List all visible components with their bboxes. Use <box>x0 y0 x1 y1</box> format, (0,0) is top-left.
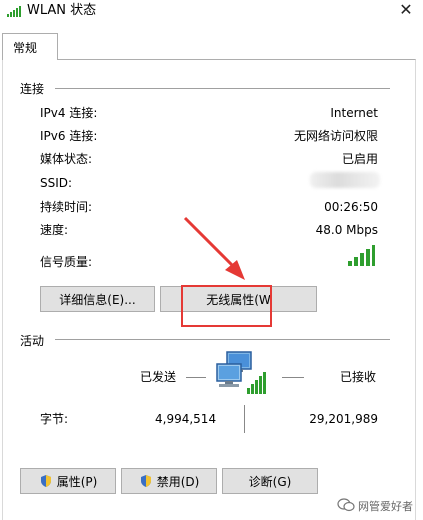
wechat-icon <box>337 498 355 512</box>
shield-icon <box>40 475 51 487</box>
wifi-signal-icon <box>7 6 21 17</box>
disable-button[interactable]: 禁用(D) <box>121 468 217 494</box>
connection-divider <box>55 88 390 89</box>
watermark: 网管爱好者 <box>337 498 413 514</box>
signal-strength-icon <box>348 245 375 266</box>
duration-value: 00:26:50 <box>324 200 378 214</box>
connection-group-title: 连接 <box>20 82 45 96</box>
network-computers-icon <box>216 351 266 394</box>
media-state-value: 已启用 <box>341 152 378 166</box>
title-bar: WLAN 状态 ✕ <box>0 0 423 24</box>
annotation-highlight-box <box>181 285 272 327</box>
close-icon: ✕ <box>399 0 413 19</box>
signal-quality-label: 信号质量: <box>40 255 93 269</box>
received-label: 已接收 <box>340 370 377 384</box>
annotation-arrow <box>183 216 245 280</box>
properties-button-label: 属性(P) <box>56 475 98 489</box>
duration-label: 持续时间: <box>40 200 93 214</box>
close-button[interactable]: ✕ <box>395 0 417 22</box>
bytes-received-value: 29,201,989 <box>309 412 378 426</box>
speed-value: 48.0 Mbps <box>315 223 378 237</box>
sent-label: 已发送 <box>140 370 177 384</box>
details-button[interactable]: 详细信息(E)... <box>40 286 155 312</box>
bytes-divider <box>244 405 245 433</box>
watermark-text: 网管爱好者 <box>358 500 413 513</box>
window-title: WLAN 状态 <box>27 3 97 18</box>
tab-general-label: 常规 <box>13 41 38 55</box>
media-state-label: 媒体状态: <box>40 152 93 166</box>
ipv6-value: 无网络访问权限 <box>293 129 378 143</box>
shield-icon <box>140 475 151 487</box>
properties-button[interactable]: 属性(P) <box>20 468 116 494</box>
activity-divider <box>55 339 390 340</box>
received-connector <box>282 377 304 378</box>
ssid-label: SSID: <box>40 176 73 190</box>
wlan-status-window: WLAN 状态 ✕ 常规 连接 IPv4 连接: Internet IPv6 连… <box>0 0 423 520</box>
sent-connector <box>186 377 206 378</box>
diagnose-button[interactable]: 诊断(G) <box>222 468 318 494</box>
ipv6-label: IPv6 连接: <box>40 129 98 143</box>
ipv4-value: Internet <box>330 106 378 120</box>
tab-general[interactable]: 常规 <box>2 33 58 60</box>
bytes-sent-value: 4,994,514 <box>155 412 217 426</box>
disable-button-label: 禁用(D) <box>156 475 200 489</box>
bytes-label: 字节: <box>40 412 69 426</box>
ssid-value-blurred <box>310 172 380 188</box>
speed-label: 速度: <box>40 223 69 237</box>
ipv4-label: IPv4 连接: <box>40 106 98 120</box>
activity-group-title: 活动 <box>20 334 45 348</box>
